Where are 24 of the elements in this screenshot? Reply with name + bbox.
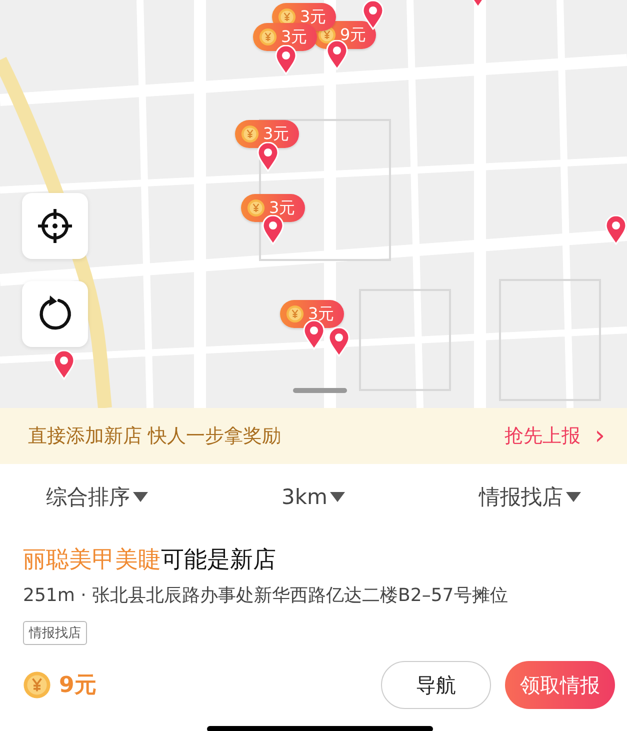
dropdown-caret-icon xyxy=(566,492,581,502)
shop-address: 251m · 张北县北辰路办事处新华西路亿达二楼B2–57号摊位 xyxy=(23,584,509,607)
coin-icon xyxy=(23,671,51,699)
coin-icon xyxy=(247,199,265,217)
filter-dropdown[interactable]: 3km xyxy=(282,485,346,509)
crosshair-icon xyxy=(35,206,75,246)
claim-button[interactable]: 领取情报 xyxy=(505,661,615,709)
navigate-button[interactable]: 导航 xyxy=(381,661,491,709)
refresh-button[interactable] xyxy=(22,281,88,347)
dropdown-caret-icon xyxy=(330,492,346,502)
locate-button[interactable] xyxy=(22,193,88,259)
shop-title: 丽聪美甲美睫可能是新店 xyxy=(23,546,277,575)
dropdown-caret-icon xyxy=(133,492,148,502)
filter-dropdown[interactable]: 情报找店 xyxy=(478,483,581,511)
chevron-icon: › xyxy=(594,423,605,449)
drag-handle[interactable] xyxy=(293,388,347,393)
coin-icon xyxy=(259,28,277,46)
category-tag: 情报找店 xyxy=(23,621,87,645)
reward-amount: 9元 xyxy=(59,672,96,700)
promo-text: 直接添加新店 快人一步拿奖励 xyxy=(28,424,282,449)
report-link[interactable]: 抢先上报 › xyxy=(504,423,605,449)
coin-icon xyxy=(286,305,304,323)
filter-dropdown[interactable]: 综合排序 xyxy=(46,483,148,511)
coin-icon xyxy=(241,125,259,143)
